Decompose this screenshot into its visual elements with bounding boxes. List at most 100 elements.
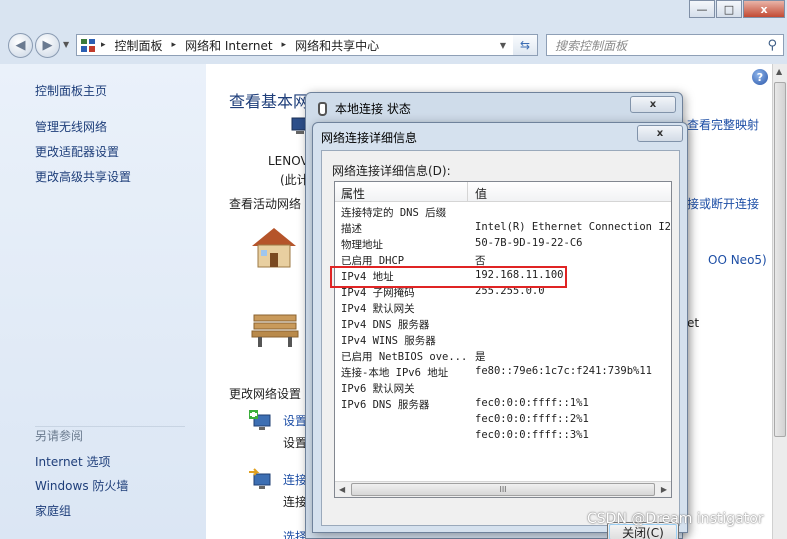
recent-pages-dropdown[interactable]: ▼ [63, 40, 69, 49]
property-name: 物理地址 [341, 239, 383, 251]
arrow-left-icon: ◀ [15, 38, 26, 53]
property-name: IPv6 默认网关 [341, 383, 415, 395]
sidebar-item-homegroup[interactable]: 家庭组 [35, 502, 71, 519]
active-networks-label: 查看活动网络 [229, 197, 302, 211]
sidebar-item-advanced-sharing[interactable]: 更改高级共享设置 [35, 168, 131, 185]
search-input[interactable]: 搜索控制面板 ⚲ [546, 34, 784, 56]
list-item[interactable]: 描述 Intel(R) Ethernet Connection I218 [335, 220, 671, 236]
navigation-bar: ◀ ▶ ▼ ▸ 控制面板 ▸ 网络和 Internet ▸ 网络和共享中心 ▼ … [0, 26, 787, 62]
horizontal-scrollbar[interactable]: ◀ III ▶ [335, 481, 671, 497]
connect-disconnect-link[interactable]: 接或断开连接 [687, 195, 759, 212]
breadcrumb-separator[interactable]: ▸ [172, 40, 177, 50]
connect-to-network-desc: 连接 [283, 495, 308, 509]
property-name: IPv6 DNS 服务器 [341, 399, 430, 411]
property-name: IPv4 DNS 服务器 [341, 319, 430, 331]
network-name-link[interactable]: OO Neo5) [708, 253, 767, 267]
property-value: Intel(R) Ethernet Connection I218 [475, 221, 672, 233]
control-panel-icon [81, 38, 95, 52]
property-name: 已启用 NetBIOS ove... [341, 351, 468, 363]
refresh-icon: ⇆ [519, 38, 531, 52]
sidebar-item-home[interactable]: 控制面板主页 [35, 82, 107, 99]
property-value: 是 [475, 351, 486, 363]
list-item[interactable]: 连接-本地 IPv6 地址 fe80::79e6:1c7c:f241:739b%1… [335, 364, 671, 380]
property-name: 连接特定的 DNS 后缀 [341, 207, 447, 219]
column-divider[interactable] [467, 182, 468, 202]
list-item[interactable]: IPv4 WINS 服务器 [335, 332, 671, 348]
see-also-title: 另请参阅 [35, 429, 84, 443]
minimize-button[interactable]: — [689, 0, 715, 18]
sidebar-item-adapter-settings[interactable]: 更改适配器设置 [35, 143, 119, 160]
list-item[interactable]: 已启用 NetBIOS ove... 是 [335, 348, 671, 364]
sidebar: 控制面板主页 管理无线网络 更改适配器设置 更改高级共享设置 另请参阅 Inte… [0, 64, 206, 539]
property-name: 描述 [341, 223, 362, 235]
list-item[interactable]: IPv4 默认网关 [335, 300, 671, 316]
view-full-map-link[interactable]: 查看完整映射 [687, 116, 759, 133]
breadcrumb-control-panel[interactable]: 控制面板 [115, 37, 163, 54]
list-header: 属性 值 [335, 182, 671, 202]
details-list[interactable]: 属性 值 连接特定的 DNS 后缀 描述 Intel(R) Ethernet Con… [334, 181, 672, 498]
sidebar-item-wireless[interactable]: 管理无线网络 [35, 118, 107, 135]
public-bench-icon [251, 314, 299, 347]
breadcrumb-network-internet[interactable]: 网络和 Internet [185, 37, 272, 54]
setup-connection-desc: 设置 [283, 436, 308, 450]
column-header-property[interactable]: 属性 [341, 185, 365, 202]
list-rows: 连接特定的 DNS 后缀 描述 Intel(R) Ethernet Connecti… [335, 204, 671, 444]
breadcrumb-separator[interactable]: ▸ [282, 40, 287, 50]
address-bar[interactable]: ▸ 控制面板 ▸ 网络和 Internet ▸ 网络和共享中心 ▼ [76, 34, 538, 56]
connect-to-network-link[interactable]: 连接 [283, 471, 307, 488]
list-item[interactable]: 物理地址 50-7B-9D-19-22-C6 [335, 236, 671, 252]
scroll-left-icon[interactable]: ◀ [339, 485, 345, 494]
property-value: 50-7B-9D-19-22-C6 [475, 237, 583, 249]
maximize-button[interactable]: □ [716, 0, 742, 18]
details-dialog-title: 网络连接详细信息 [321, 131, 418, 145]
property-value: fe80::79e6:1c7c:f241:739b%11 [475, 365, 653, 377]
search-placeholder: 搜索控制面板 [555, 38, 628, 53]
connection-icon [318, 102, 327, 116]
network-details-dialog: 网络连接详细信息 x 网络连接详细信息(D): 属性 值 连接特定的 DNS 后… [312, 122, 688, 539]
address-dropdown[interactable]: ▼ [495, 35, 511, 55]
sidebar-item-internet-options[interactable]: Internet 选项 [35, 453, 110, 470]
list-item[interactable]: 连接特定的 DNS 后缀 [335, 204, 671, 220]
list-item[interactable]: IPv6 DNS 服务器 fec0:0:0:ffff::1%1 [335, 396, 671, 412]
forward-button[interactable]: ▶ [35, 33, 60, 58]
chevron-down-icon: ▼ [63, 40, 70, 49]
search-icon[interactable]: ⚲ [767, 38, 777, 53]
arrow-right-icon: ▶ [42, 38, 53, 53]
column-header-value[interactable]: 值 [475, 185, 487, 202]
details-list-label: 网络连接详细信息(D): [332, 164, 451, 178]
vertical-scrollbar[interactable]: ▲ [772, 64, 787, 539]
chevron-down-icon: ▼ [499, 40, 507, 50]
ipv4-highlight-box [330, 266, 567, 288]
house-icon [252, 228, 296, 268]
scroll-right-icon[interactable]: ▶ [661, 485, 667, 494]
scroll-thumb[interactable]: III [351, 483, 655, 496]
breadcrumb-network-sharing-center[interactable]: 网络和共享中心 [295, 37, 379, 54]
setup-connection-link[interactable]: 设置 [283, 412, 307, 429]
scroll-up-icon[interactable]: ▲ [776, 67, 782, 76]
list-item[interactable]: IPv4 DNS 服务器 [335, 316, 671, 332]
details-dialog-close-button[interactable]: x [637, 125, 683, 142]
connect-network-icon [249, 468, 271, 489]
list-item[interactable]: fec0:0:0:ffff::3%1 [335, 428, 671, 444]
internet-access-text: et [687, 316, 700, 330]
property-name: IPv4 WINS 服务器 [341, 335, 436, 347]
breadcrumb-separator[interactable]: ▸ [101, 40, 106, 50]
list-item[interactable]: IPv6 默认网关 [335, 380, 671, 396]
details-dialog-body: 网络连接详细信息(D): 属性 值 连接特定的 DNS 后缀 描述 Intel(R)… [321, 150, 680, 539]
scroll-thumb[interactable] [774, 82, 786, 437]
sidebar-item-firewall[interactable]: Windows 防火墙 [35, 477, 128, 494]
change-settings-label: 更改网络设置 [229, 387, 302, 401]
property-value: fec0:0:0:ffff::3%1 [475, 429, 589, 441]
device-name: LENOV [268, 154, 309, 168]
back-button[interactable]: ◀ [8, 33, 33, 58]
property-name: IPv4 默认网关 [341, 303, 415, 315]
scroll-grip: III [499, 485, 507, 494]
list-item[interactable]: fec0:0:0:ffff::2%1 [335, 412, 671, 428]
watermark: CSDN @Dream instigator [587, 511, 764, 527]
new-connection-icon [249, 410, 271, 430]
help-icon[interactable]: ? [752, 69, 768, 85]
refresh-button[interactable]: ⇆ [513, 34, 538, 56]
status-dialog-close-button[interactable]: x [630, 96, 676, 113]
close-button[interactable]: x [743, 0, 785, 18]
property-value: fec0:0:0:ffff::2%1 [475, 413, 589, 425]
